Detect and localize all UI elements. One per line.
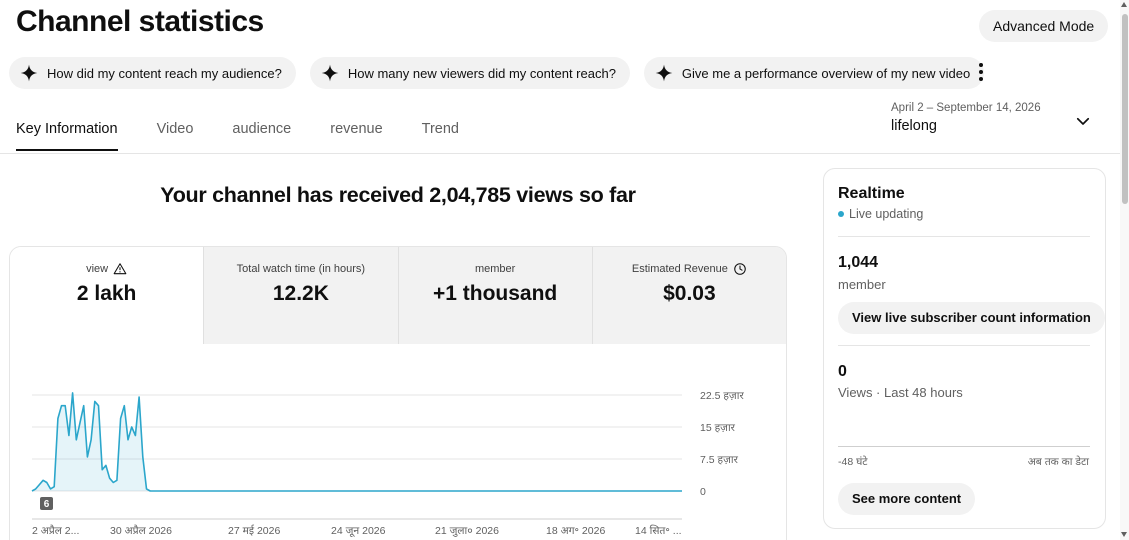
x-tick-label: 21 जुला० 2026	[435, 525, 499, 537]
series-area	[32, 392, 682, 491]
metric-tab-revenue[interactable]: Estimated Revenue $0.03	[591, 247, 786, 344]
views-headline: Your channel has received 2,04,785 views…	[160, 183, 636, 207]
sparkle-icon	[20, 64, 38, 82]
suggestion-chip[interactable]: How many new viewers did my content reac…	[309, 57, 630, 89]
suggestion-chip-label: How did my content reach my audience?	[47, 65, 282, 81]
tab-bar: Key Information Video audience revenue T…	[16, 121, 498, 151]
y-tick-label: 7.5 हज़ार	[700, 454, 739, 466]
x-tick-label: 24 जून 2026	[331, 525, 386, 537]
realtime-title: Realtime	[838, 185, 905, 202]
realtime-axis-start: -48 घंटे	[838, 456, 868, 468]
metric-value: $0.03	[663, 282, 716, 305]
view-live-subscribers-button[interactable]: View live subscriber count information	[838, 302, 1105, 334]
scroll-down-icon[interactable]	[1121, 532, 1127, 537]
suggestion-chip[interactable]: Give me a performance overview of my new…	[643, 57, 985, 89]
views-count: 0	[838, 363, 847, 380]
sparkle-icon	[655, 64, 673, 82]
warning-icon	[113, 263, 127, 275]
suggestion-chip-label: Give me a performance overview of my new…	[681, 65, 971, 81]
stats-card: view 2 lakh Total watch time (in hours) …	[9, 246, 787, 540]
tab-audience[interactable]: audience	[232, 121, 291, 151]
metric-label: Total watch time (in hours)	[236, 263, 366, 275]
x-tick-label: 30 अप्रैल 2026	[110, 524, 172, 537]
subscriber-count-label: member	[838, 277, 886, 292]
x-tick-label: 27 मई 2026	[228, 524, 280, 537]
metric-label: view	[86, 263, 109, 275]
realtime-card: Realtime Live updating 1,044 member View…	[823, 168, 1106, 529]
scroll-up-icon[interactable]	[1121, 2, 1127, 7]
tab-divider	[0, 153, 1120, 154]
tab-revenue[interactable]: revenue	[330, 121, 382, 151]
metric-tabs: view 2 lakh Total watch time (in hours) …	[10, 247, 786, 344]
clock-icon	[734, 263, 746, 275]
scrollbar-thumb[interactable]	[1122, 14, 1128, 204]
suggestion-chip[interactable]: How did my content reach my audience?	[9, 57, 296, 89]
realtime-axis-end: अब तक का डेटा	[1027, 456, 1089, 468]
metric-label: Estimated Revenue	[631, 263, 728, 275]
x-tick-label: 14 सित॰ ...	[635, 524, 682, 537]
metric-label: member	[474, 263, 516, 275]
live-status: Live updating	[838, 207, 923, 221]
realtime-axis	[838, 446, 1090, 447]
metric-value: 12.2K	[272, 282, 329, 305]
y-tick-label: 15 हज़ार	[700, 422, 736, 434]
live-status-label: Live updating	[849, 207, 924, 221]
suggestion-chips: How did my content reach my audience? Ho…	[9, 57, 985, 89]
metric-value: +1 thousand	[432, 282, 558, 305]
metric-tab-views[interactable]: view 2 lakh	[10, 247, 204, 344]
live-dot-icon	[838, 211, 844, 217]
metric-tab-watch-time[interactable]: Total watch time (in hours) 12.2K	[203, 247, 398, 344]
see-more-content-button[interactable]: See more content	[838, 483, 976, 515]
x-tick-label: 18 अग॰ 2026	[546, 525, 605, 537]
date-filter-value[interactable]: lifelong	[891, 118, 937, 134]
divider	[838, 236, 1090, 237]
subscriber-count: 1,044	[838, 254, 879, 271]
metric-tab-subscribers[interactable]: member +1 thousand	[397, 247, 592, 344]
x-tick-label: 2 अप्रैल 2...	[32, 524, 79, 537]
tab-trend[interactable]: Trend	[422, 121, 459, 151]
marker-badge-label: 6	[44, 499, 50, 510]
date-range[interactable]: April 2 – September 14, 2026	[891, 102, 1041, 114]
views-chart: 22.5 हज़ार 15 हज़ार 7.5 हज़ार 0 6 2 अप्रैल 2.…	[31, 390, 744, 537]
page-title: Channel statistics	[16, 5, 264, 38]
tab-video[interactable]: Video	[157, 121, 194, 151]
chevron-down-icon[interactable]	[1074, 112, 1092, 130]
views-count-label: Views · Last 48 hours	[838, 385, 963, 400]
y-tick-label: 22.5 हज़ार	[700, 390, 744, 402]
advanced-mode-button[interactable]: Advanced Mode	[979, 10, 1109, 42]
metric-value: 2 lakh	[76, 282, 137, 305]
y-tick-label: 0	[700, 486, 706, 498]
suggestion-chip-label: How many new viewers did my content reac…	[347, 65, 616, 81]
tab-key-information[interactable]: Key Information	[16, 121, 118, 151]
more-options-icon[interactable]	[972, 62, 990, 82]
sparkle-icon	[321, 64, 339, 82]
divider	[838, 345, 1090, 346]
